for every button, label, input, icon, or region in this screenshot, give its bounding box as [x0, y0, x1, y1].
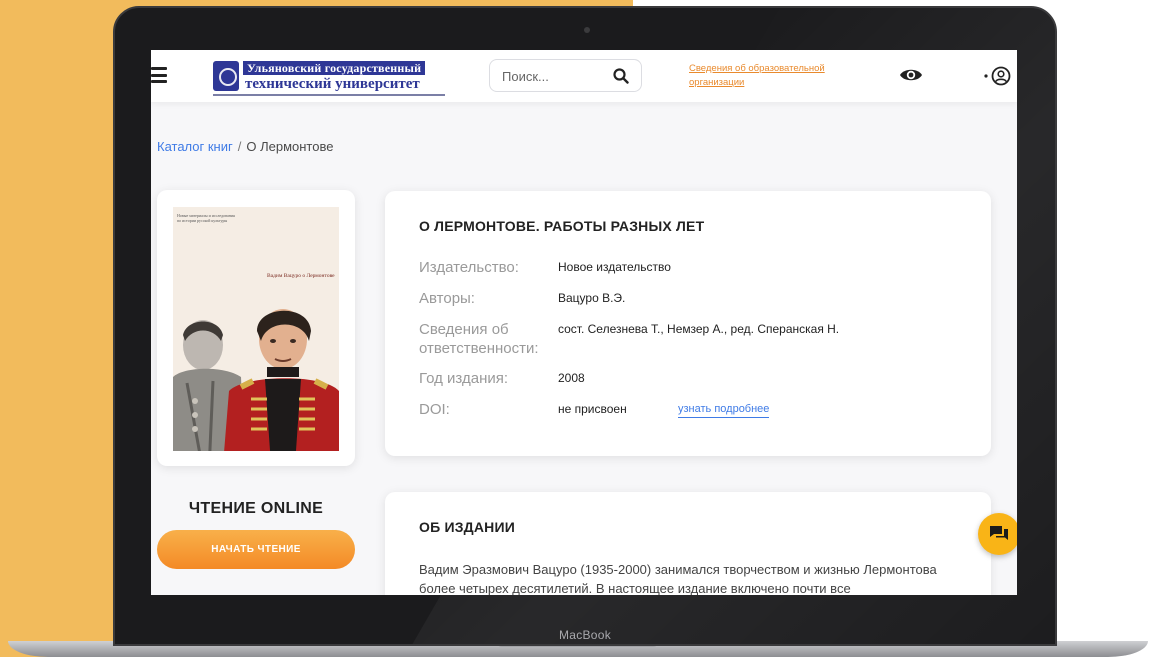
- logo-line-1: Ульяновский государственный: [243, 60, 426, 75]
- screen: Ульяновский государственный технический …: [151, 50, 1017, 595]
- camera-icon: [584, 27, 590, 33]
- portrait-right-image: [224, 309, 339, 451]
- device-label: MacBook: [558, 628, 612, 642]
- site-header: Ульяновский государственный технический …: [151, 50, 1017, 102]
- info-value: сост. Селезнева Т., Немзер А., ред. Спер…: [558, 322, 840, 336]
- info-label: Авторы:: [419, 290, 475, 307]
- menu-icon-bar: [151, 67, 167, 70]
- breadcrumb-separator: /: [237, 139, 242, 154]
- info-value: Вацуро В.Э.: [558, 291, 626, 305]
- book-cover-image[interactable]: Новые материалы и исследования по истори…: [173, 207, 339, 451]
- breadcrumb-current: О Лермонтове: [246, 139, 334, 154]
- menu-icon-bar: [151, 80, 167, 83]
- about-title: ОБ ИЗДАНИИ: [419, 519, 515, 535]
- user-icon[interactable]: [983, 65, 1011, 87]
- info-label: DOI:: [419, 401, 450, 418]
- info-label: Издательство:: [419, 259, 519, 276]
- reading-online-title: ЧТЕНИЕ ONLINE: [188, 500, 324, 517]
- about-card: ОБ ИЗДАНИИ Вадим Эразмович Вацуро (1935-…: [385, 492, 991, 595]
- cover-series-text: Новые материалы и исследования по истори…: [177, 213, 235, 223]
- info-label: Сведения об ответственности:: [419, 321, 539, 357]
- org-info-link[interactable]: Сведения об образовательной организации: [689, 62, 849, 90]
- cover-title-text: Вадим Вацуро о Лермонтове: [267, 273, 335, 279]
- emblem-icon: [213, 61, 239, 91]
- info-value: 2008: [558, 371, 585, 385]
- chat-icon: [990, 526, 1008, 540]
- logo-text: Ульяновский государственный технический …: [243, 60, 426, 92]
- search-box: [489, 59, 642, 92]
- breadcrumb-catalog-link[interactable]: Каталог книг: [157, 139, 233, 154]
- chat-button[interactable]: [978, 513, 1017, 555]
- search-icon[interactable]: [613, 68, 629, 84]
- info-value: не присвоен: [558, 402, 627, 416]
- menu-icon[interactable]: [151, 67, 167, 83]
- info-label: Год издания:: [419, 370, 509, 387]
- start-reading-button[interactable]: НАЧАТЬ ЧТЕНИЕ: [157, 530, 355, 569]
- book-title: О ЛЕРМОНТОВЕ. РАБОТЫ РАЗНЫХ ЛЕТ: [419, 218, 705, 234]
- breadcrumb: Каталог книг / О Лермонтове: [157, 139, 333, 154]
- info-value: Новое издательство: [558, 260, 671, 274]
- book-info-card: О ЛЕРМОНТОВЕ. РАБОТЫ РАЗНЫХ ЛЕТ Издатель…: [385, 191, 991, 456]
- cover-card: Новые материалы и исследования по истори…: [157, 190, 355, 466]
- menu-icon-bar: [151, 73, 167, 77]
- logo-line-2: технический университет: [245, 75, 420, 92]
- about-text: Вадим Эразмович Вацуро (1935-2000) заним…: [419, 562, 937, 595]
- search-input[interactable]: [502, 68, 602, 84]
- eye-icon[interactable]: [899, 65, 923, 85]
- university-logo[interactable]: Ульяновский государственный технический …: [213, 58, 445, 96]
- doi-more-link[interactable]: узнать подробнее: [678, 403, 770, 418]
